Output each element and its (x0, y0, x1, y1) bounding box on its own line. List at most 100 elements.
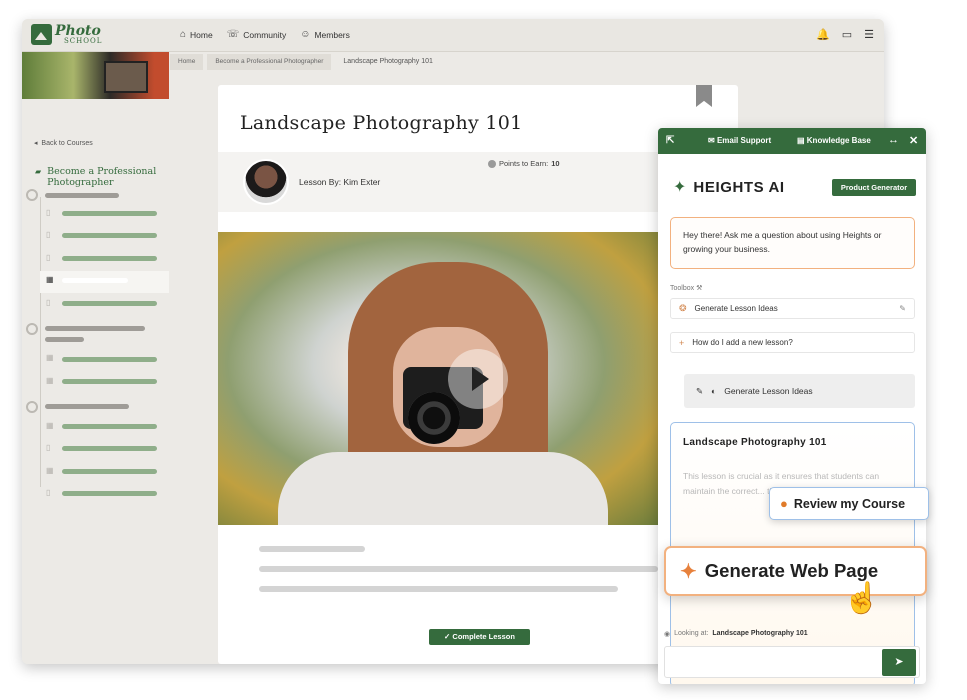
video-icon: ▦ (46, 353, 54, 362)
menu-icon[interactable]: ☰ (864, 28, 874, 41)
brand-name: HEIGHTS AI (693, 178, 785, 196)
heights-ai-brand: ✦ HEIGHTS AI (673, 177, 785, 197)
eye-icon: ◉ (664, 631, 671, 638)
chip-label: Generate Lesson Ideas (724, 386, 813, 396)
lightbulb-icon: ● (780, 496, 788, 511)
lesson-video[interactable] (218, 232, 658, 525)
logo-line2: SCHOOL (64, 37, 103, 45)
document-icon: ▯ (46, 488, 51, 497)
knowledge-base-link[interactable]: ▤ Knowledge Base (797, 136, 871, 145)
generate-label: Generate Web Page (704, 560, 879, 581)
lesson-item[interactable] (62, 469, 157, 474)
plus-icon: + (679, 337, 685, 348)
lesson-text-line (259, 566, 658, 572)
lesson-text-line (259, 586, 618, 592)
looking-prefix: Looking at: (674, 630, 709, 637)
wand-icon: ✎ (696, 385, 704, 396)
complete-lesson-button[interactable]: ✓ Complete Lesson (429, 629, 530, 645)
nav-community[interactable]: ☏ Community (227, 29, 287, 40)
photo-school-logo[interactable]: Photo SCHOOL (31, 24, 102, 45)
module-status-icon (26, 401, 38, 413)
nav-members-label: Members (314, 29, 350, 40)
nav-home-label: Home (190, 29, 213, 40)
lesson-item[interactable] (62, 424, 157, 429)
module-title[interactable] (45, 404, 129, 409)
back-label: Back to Courses (41, 140, 93, 147)
document-icon: ▯ (46, 443, 51, 452)
tool-add-lesson-question[interactable]: + How do I add a new lesson? (670, 332, 915, 353)
author-avatar (243, 159, 289, 205)
breadcrumb-home[interactable]: Home (170, 54, 204, 70)
breadcrumb-course[interactable]: Become a Professional Photographer (207, 54, 332, 70)
send-icon: ➤ (894, 656, 904, 668)
module-title[interactable] (45, 193, 119, 198)
looking-at-context: ◉ Looking at: Landscape Photography 101 (664, 630, 808, 638)
send-button[interactable]: ➤ (882, 649, 916, 676)
course-title[interactable]: ▰ Become a Professional Photographer (35, 166, 167, 188)
ai-greeting-message: Hey there! Ask me a question about using… (670, 217, 915, 269)
collapse-icon[interactable]: ⇱ (666, 135, 674, 146)
complete-label: Complete Lesson (452, 632, 515, 641)
sparkle-mountain-icon: ✦ (680, 560, 697, 583)
bell-icon[interactable]: 🔔 (816, 28, 830, 41)
email-support-label: Email Support (716, 136, 772, 145)
review-my-course-button[interactable]: ● Review my Course (769, 487, 929, 520)
course-title-text: Become a Professional Photographer (47, 166, 157, 188)
generate-lesson-ideas-chip[interactable]: ✎ ◐ Generate Lesson Ideas (684, 374, 915, 408)
course-sidebar: ◂ Back to Courses ▰ Become a Professiona… (22, 52, 216, 664)
hand-cursor-icon: ☝ (843, 582, 881, 615)
lesson-item[interactable] (62, 357, 157, 362)
logo-line1: Photo (55, 23, 101, 39)
generated-lesson-title: Landscape Photography 101 (683, 437, 827, 448)
toolbox-label: Toolbox ⚒ (670, 285, 703, 292)
tool-label: How do I add a new lesson? (692, 338, 793, 347)
back-to-courses-link[interactable]: ◂ Back to Courses (34, 139, 93, 147)
document-icon: ▯ (46, 230, 51, 239)
email-support-link[interactable]: ✉ Email Support (708, 136, 771, 145)
breadcrumb: Home Become a Professional Photographer … (170, 54, 445, 70)
members-icon: ☺ (300, 29, 311, 40)
module-status-icon (26, 323, 38, 335)
lesson-item[interactable] (62, 446, 157, 451)
play-icon[interactable] (448, 349, 508, 409)
lesson-item[interactable] (62, 233, 157, 238)
logo-mark-icon (31, 24, 52, 45)
inbox-icon[interactable]: ▭ (842, 28, 852, 41)
nav-members[interactable]: ☺ Members (300, 29, 350, 40)
points-icon (488, 159, 496, 168)
lesson-title: Landscape Photography 101 (240, 112, 523, 134)
expand-icon[interactable]: ↔ (888, 134, 899, 146)
chat-icon: ☏ (226, 29, 240, 40)
lesson-item[interactable] (62, 379, 157, 384)
video-icon: ▦ (46, 376, 54, 385)
video-icon: ▦ (46, 275, 54, 284)
points-value: 10 (551, 159, 560, 168)
brain-icon: ◐ (711, 386, 717, 396)
looking-value: Landscape Photography 101 (712, 630, 808, 637)
knowledge-base-label: Knowledge Base (806, 136, 871, 145)
lesson-item[interactable] (62, 211, 157, 216)
nav-community-label: Community (243, 29, 287, 40)
tool-label: Generate Lesson Ideas (694, 304, 778, 313)
module-title[interactable] (45, 326, 145, 331)
wand-icon[interactable]: ✎ (899, 304, 906, 313)
course-hero-image (22, 52, 169, 99)
nav-home[interactable]: ⌂ Home (180, 29, 213, 40)
breadcrumb-current: Landscape Photography 101 (343, 58, 433, 65)
sparkle-mountain-icon: ✦ (673, 179, 687, 196)
close-icon[interactable]: ✕ (909, 134, 918, 147)
generate-web-page-button[interactable]: ✦ Generate Web Page (664, 546, 927, 596)
lesson-text-line (259, 546, 365, 552)
video-icon: ▦ (46, 466, 54, 475)
video-icon: ▦ (46, 421, 54, 430)
tool-generate-lesson-ideas[interactable]: ❂ Generate Lesson Ideas ✎ (670, 298, 915, 319)
bookmark-icon[interactable] (696, 85, 712, 107)
brain-icon: ❂ (679, 303, 687, 313)
lesson-item[interactable] (62, 491, 157, 496)
top-navbar: Photo SCHOOL ⌂ Home ☏ Community ☺ Member… (22, 19, 884, 52)
review-label: Review my Course (793, 496, 906, 511)
points-to-earn: Points to Earn: 10 (488, 159, 560, 168)
lesson-item[interactable] (62, 256, 157, 261)
product-generator-badge[interactable]: Product Generator (832, 179, 916, 196)
lesson-item[interactable] (62, 301, 157, 306)
